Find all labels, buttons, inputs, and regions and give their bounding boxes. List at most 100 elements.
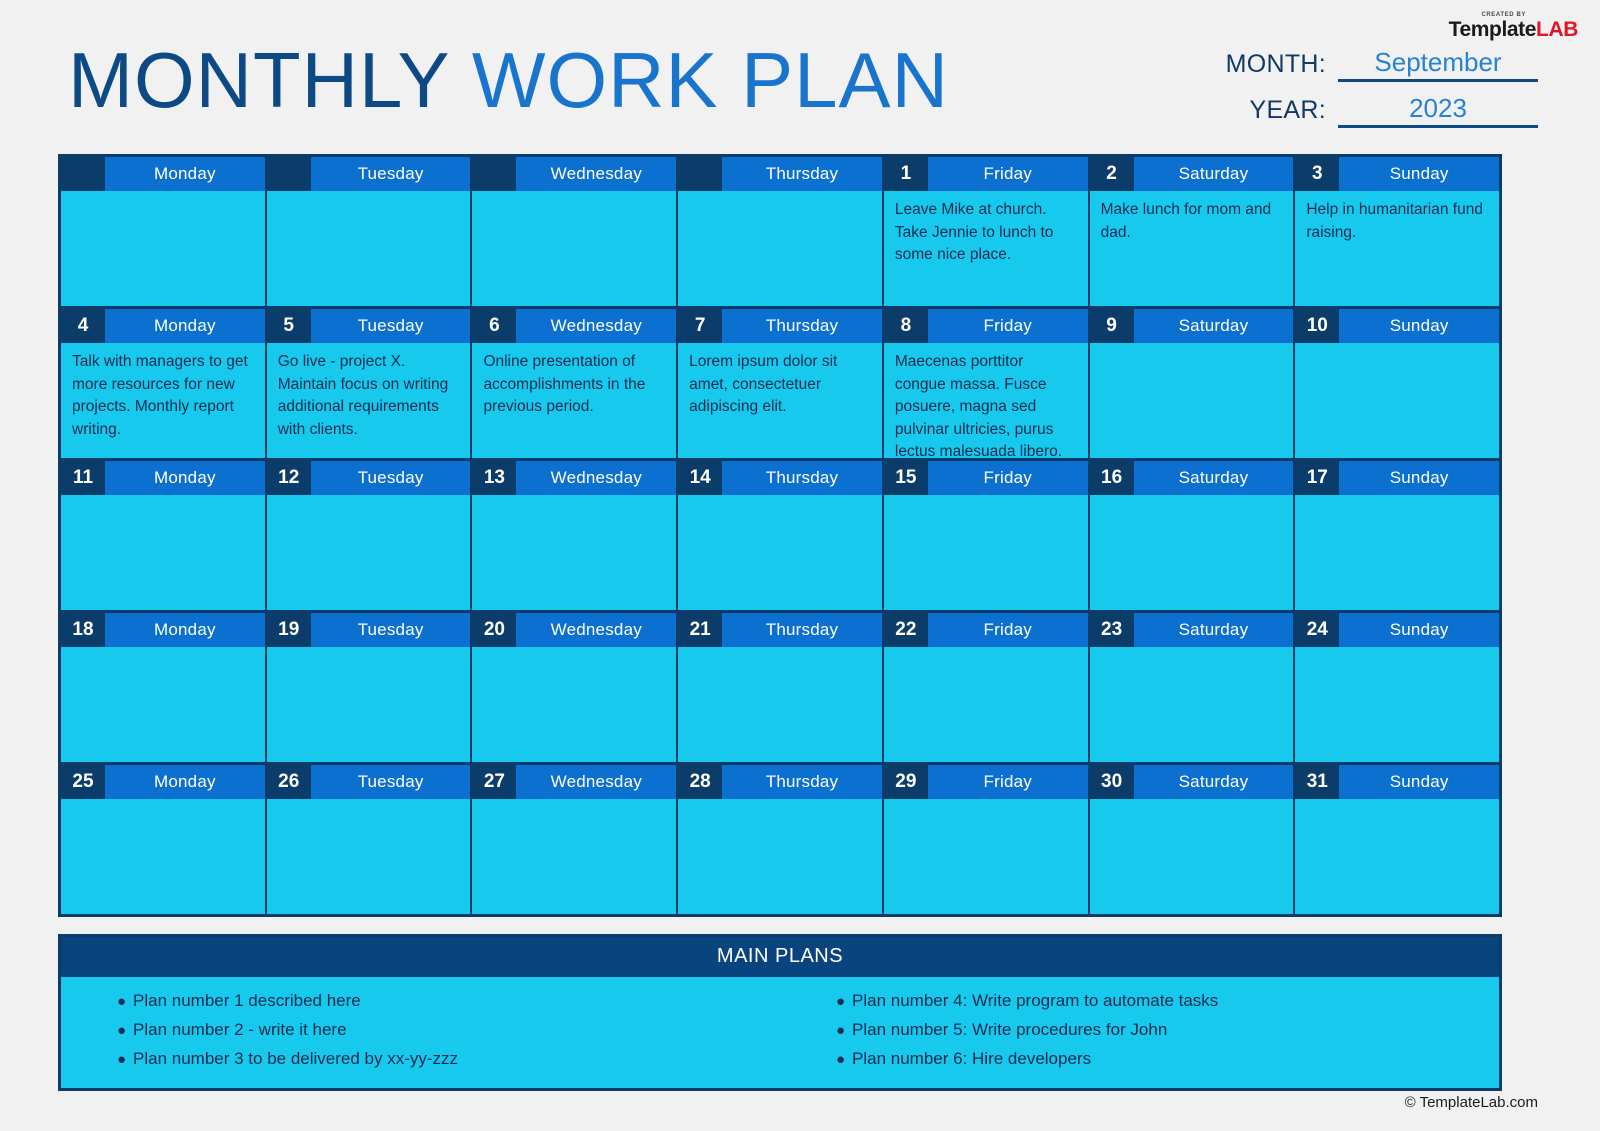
bullet-icon: ● (117, 993, 127, 1010)
main-plans-item-label: Plan number 6: Hire developers (852, 1049, 1092, 1068)
calendar-day-note[interactable]: Lorem ipsum dolor sit amet, consectetuer… (678, 343, 882, 458)
calendar-day-note[interactable] (472, 647, 677, 762)
calendar-day-number: 15 (883, 461, 928, 495)
calendar-day-note[interactable] (1089, 343, 1294, 458)
year-input[interactable]: 2023 (1338, 93, 1538, 128)
calendar-day-cell[interactable]: 8 Friday Maecenas porttitor congue massa. … (881, 309, 1088, 458)
calendar-day-cell[interactable]: 1 Friday Leave Mike at church. Take Jennie… (881, 157, 1088, 306)
calendar-day-cell[interactable]: 12 Tuesday (264, 461, 471, 610)
calendar-day-note[interactable] (266, 191, 471, 306)
calendar-day-note[interactable] (472, 191, 677, 306)
calendar-day-cell[interactable]: 16 Saturday (1087, 461, 1294, 610)
calendar-day-cell[interactable]: 24 Sunday (1293, 613, 1500, 762)
calendar-day-note[interactable]: Leave Mike at church. Take Jennie to lun… (883, 191, 1088, 306)
main-plans-item[interactable]: ● Plan number 6: Hire developers (836, 1045, 1499, 1074)
calendar-day-cell[interactable]: 15 Friday (881, 461, 1088, 610)
calendar-day-note[interactable] (1295, 647, 1500, 762)
calendar-day-header: 30 Saturday (1089, 765, 1294, 799)
calendar-day-note[interactable] (266, 647, 471, 762)
calendar-day-cell[interactable]: 13 Wednesday (470, 461, 677, 610)
calendar-day-cell[interactable]: 5 Tuesday Go live - project X. Maintain fo… (264, 309, 471, 458)
calendar-day-name: Friday (983, 620, 1032, 639)
calendar-day-note[interactable]: Make lunch for mom and dad. (1089, 191, 1294, 306)
calendar-day-note[interactable] (1089, 495, 1294, 610)
calendar-day-note[interactable]: Talk with managers to get more resources… (61, 343, 265, 458)
calendar-day-name: Sunday (1389, 468, 1449, 487)
calendar-day-header: 11 Monday (61, 461, 265, 495)
calendar-day-cell[interactable]: 2 Saturday Make lunch for mom and dad. (1087, 157, 1294, 306)
calendar-day-note[interactable] (61, 799, 265, 914)
calendar-day-note[interactable] (1295, 799, 1500, 914)
calendar-day-cell[interactable]: 20 Wednesday (470, 613, 677, 762)
calendar-day-name: Thursday (765, 468, 839, 487)
calendar-day-note[interactable] (266, 495, 471, 610)
calendar-day-cell[interactable]: 23 Saturday (1087, 613, 1294, 762)
calendar-day-note[interactable] (61, 495, 265, 610)
main-plans-item-label: Plan number 2 - write it here (133, 1020, 347, 1039)
calendar-day-note[interactable]: Maecenas porttitor congue massa. Fusce p… (883, 343, 1088, 458)
main-plans-item[interactable]: ● Plan number 5: Write procedures for Joh… (836, 1016, 1499, 1045)
calendar-day-note[interactable] (1295, 495, 1500, 610)
calendar-day-cell[interactable]: 17 Sunday (1293, 461, 1500, 610)
main-plans-item[interactable]: ● Plan number 3 to be delivered by xx-yy-… (117, 1045, 780, 1074)
calendar-day-note[interactable] (1089, 647, 1294, 762)
main-plans-item[interactable]: ● Plan number 1 described here (117, 987, 780, 1016)
calendar-day-cell[interactable]: Tuesday (264, 157, 471, 306)
calendar-day-number: 19 (266, 613, 311, 647)
calendar-day-cell[interactable]: 25 Monday (61, 765, 265, 914)
calendar-day-cell[interactable]: 11 Monday (61, 461, 265, 610)
calendar-day-cell[interactable]: 22 Friday (881, 613, 1088, 762)
calendar-day-cell[interactable]: Monday (61, 157, 265, 306)
calendar-day-note[interactable] (1089, 799, 1294, 914)
calendar-day-number: 7 (678, 309, 723, 343)
calendar-day-cell[interactable]: 3 Sunday Help in humanitarian fund raising… (1293, 157, 1500, 306)
calendar-day-number: 2 (1089, 157, 1134, 191)
calendar-day-note[interactable]: Online presentation of accomplishments i… (472, 343, 677, 458)
calendar-day-cell[interactable]: 29 Friday (881, 765, 1088, 914)
calendar-day-note[interactable] (883, 647, 1088, 762)
calendar-day-note[interactable]: Help in humanitarian fund raising. (1295, 191, 1500, 306)
calendar-day-name: Monday (154, 620, 216, 639)
calendar-day-cell[interactable]: Thursday (676, 157, 882, 306)
calendar-day-cell[interactable]: 9 Saturday (1087, 309, 1294, 458)
calendar-day-note[interactable] (678, 647, 882, 762)
calendar-day-note[interactable] (266, 799, 471, 914)
calendar-day-note[interactable] (678, 495, 882, 610)
calendar-day-cell[interactable]: 4 Monday Talk with managers to get more re… (61, 309, 265, 458)
calendar-week-row: 11 Monday 12 Tuesday 13 Wednesday 14 Thursday 15… (61, 458, 1500, 610)
calendar-day-name: Friday (983, 468, 1032, 487)
calendar-day-note[interactable] (472, 799, 677, 914)
calendar-day-number: 16 (1089, 461, 1134, 495)
calendar-day-note[interactable] (678, 799, 882, 914)
calendar-day-number: 13 (472, 461, 517, 495)
calendar-day-note[interactable] (61, 647, 265, 762)
calendar-day-cell[interactable]: 18 Monday (61, 613, 265, 762)
calendar-day-cell[interactable]: 28 Thursday (676, 765, 882, 914)
calendar-day-cell[interactable]: 14 Thursday (676, 461, 882, 610)
calendar-day-note[interactable] (1295, 343, 1500, 458)
month-input[interactable]: September (1338, 47, 1538, 82)
main-plans-item[interactable]: ● Plan number 4: Write program to automat… (836, 987, 1499, 1016)
calendar-day-note[interactable] (61, 191, 265, 306)
calendar-day-note[interactable] (472, 495, 677, 610)
calendar-day-header: 2 Saturday (1089, 157, 1294, 191)
calendar-day-name: Tuesday (357, 772, 424, 791)
calendar-day-cell[interactable]: 31 Sunday (1293, 765, 1500, 914)
calendar-day-cell[interactable]: 7 Thursday Lorem ipsum dolor sit amet, con… (676, 309, 882, 458)
calendar-day-note[interactable] (883, 799, 1088, 914)
calendar-day-note[interactable]: Go live - project X. Maintain focus on w… (266, 343, 471, 458)
calendar-day-cell[interactable]: 19 Tuesday (264, 613, 471, 762)
calendar-day-name: Saturday (1178, 772, 1249, 791)
calendar-day-header: 19 Tuesday (266, 613, 471, 647)
calendar-day-cell[interactable]: 6 Wednesday Online presentation of accompl… (470, 309, 677, 458)
calendar-day-cell[interactable]: 26 Tuesday (264, 765, 471, 914)
calendar-day-cell[interactable]: 27 Wednesday (470, 765, 677, 914)
calendar-day-cell[interactable]: 30 Saturday (1087, 765, 1294, 914)
main-plans-item[interactable]: ● Plan number 2 - write it here (117, 1016, 780, 1045)
calendar-day-cell[interactable]: 10 Sunday (1293, 309, 1500, 458)
calendar-day-note[interactable] (883, 495, 1088, 610)
calendar-day-note[interactable] (678, 191, 882, 306)
year-label: YEAR: (1249, 96, 1326, 124)
calendar-day-cell[interactable]: Wednesday (470, 157, 677, 306)
calendar-day-cell[interactable]: 21 Thursday (676, 613, 882, 762)
